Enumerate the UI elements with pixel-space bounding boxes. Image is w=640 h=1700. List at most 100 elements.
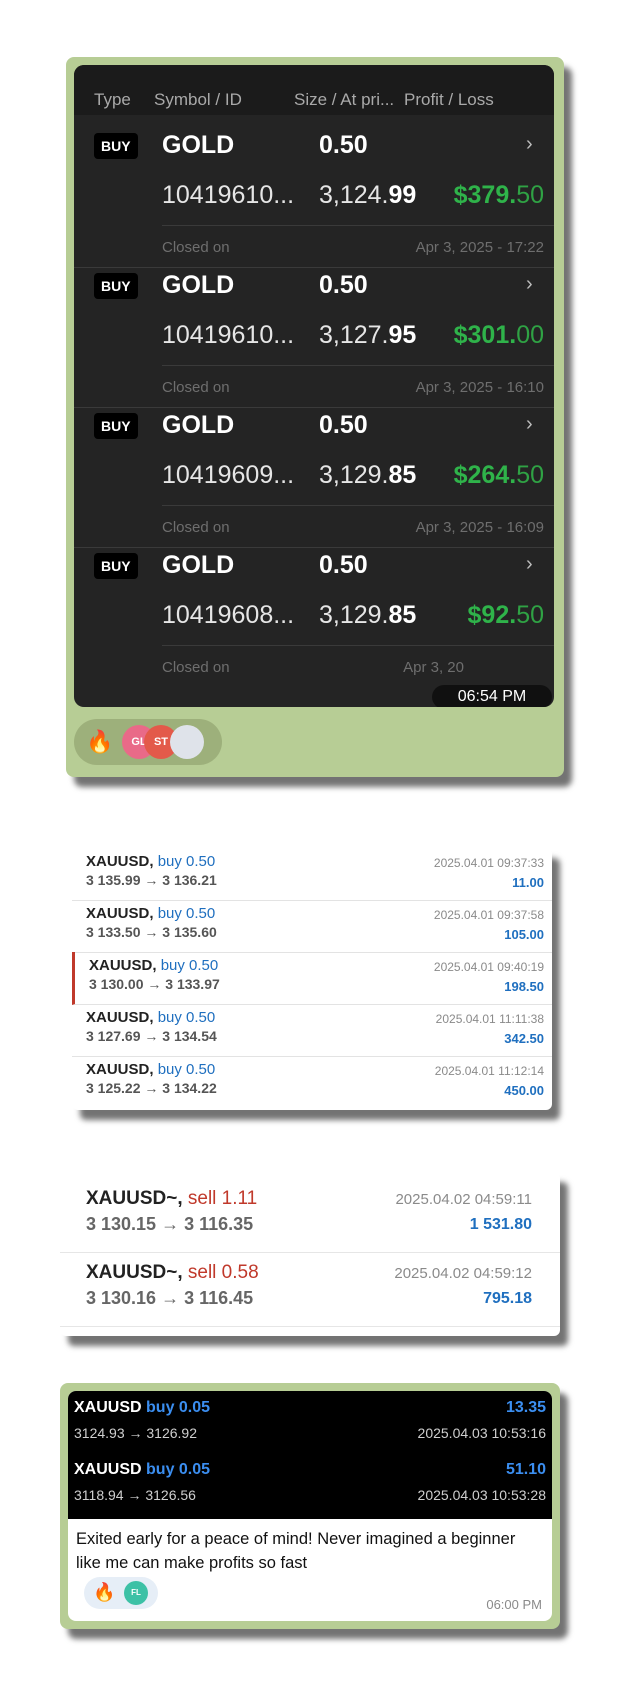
profit-main: $301. [453, 321, 517, 349]
trade-symbol: XAUUSD~, sell 0.58 [86, 1262, 259, 1284]
trade-size: 0.50 [319, 271, 368, 299]
trade-symbol: XAUUSD, buy 0.50 [86, 853, 215, 870]
trade-symbol: GOLD [162, 551, 235, 579]
trade-price: 3,129.85 [319, 461, 416, 490]
buy-badge: BUY [94, 273, 138, 299]
trade-symbol: GOLD [162, 131, 235, 159]
table-header: Type Symbol / ID Size / At pri... Profit… [74, 65, 554, 115]
closed-label: Closed on [162, 519, 230, 536]
price-bold: 99 [388, 181, 417, 209]
symbol-text: XAUUSD, [86, 1009, 154, 1026]
list-item[interactable]: XAUUSD~, sell 0.58 3 130.16 → 3 116.45 2… [60, 1252, 560, 1327]
closed-label: Closed on [162, 659, 230, 676]
message-time: 06:54 PM [432, 685, 552, 707]
list-item[interactable]: XAUUSD, buy 0.50 3 127.69 → 3 134.54 202… [72, 1004, 552, 1057]
list-item[interactable]: XAUUSD, buy 0.50 3 130.00 → 3 133.97 202… [72, 952, 552, 1005]
list-item[interactable]: XAUUSD, buy 0.50 3 133.50 → 3 135.60 202… [72, 900, 552, 953]
trade-screenshot: XAUUSD buy 0.05 3124.93 → 3126.92 13.35 … [68, 1391, 552, 1519]
side-text: buy 0.05 [146, 1399, 211, 1416]
chevron-right-icon[interactable]: › [526, 413, 533, 436]
side-text: buy 0.50 [160, 957, 219, 974]
trade-prices: 3 133.50 → 3 135.60 [86, 924, 217, 940]
trade-prices: 3 130.16 → 3 116.45 [86, 1288, 254, 1308]
side-text: buy 0.50 [157, 905, 216, 922]
price-bold: 85 [388, 461, 417, 489]
list-item[interactable]: XAUUSD, buy 0.50 3 125.22 → 3 134.22 202… [72, 1056, 552, 1108]
trade-row[interactable]: BUY GOLD 0.50 › 10419608... 3,129.85 $92… [74, 535, 554, 687]
buy-badge: BUY [94, 553, 138, 579]
trade-row[interactable]: BUY GOLD 0.50 › 10419610... 3,127.95 $30… [74, 255, 554, 408]
header-symbol: Symbol / ID [154, 90, 242, 109]
trade-row[interactable]: BUY GOLD 0.50 › 10419609... 3,129.85 $26… [74, 395, 554, 548]
chevron-right-icon[interactable]: › [526, 273, 533, 296]
profit-main: $379. [453, 181, 517, 209]
divider [162, 645, 554, 646]
closed-date: Apr 3, 2025 - 17:22 [415, 239, 544, 256]
price-main: 3,124. [319, 181, 389, 209]
trade-profit: 1 531.80 [469, 1216, 532, 1233]
divider [162, 225, 554, 226]
trade-history-panel: Type Symbol / ID Size / At pri... Profit… [74, 65, 554, 707]
profit-cents: 50 [516, 461, 544, 489]
reactions-bar[interactable]: 🔥 GL ST [74, 719, 222, 765]
divider [162, 365, 554, 366]
closed-label: Closed on [162, 379, 230, 396]
trade-profit: $379.50 [454, 181, 544, 210]
price-main: 3,127. [319, 321, 389, 349]
message-text: Exited early for a peace of mind! Never … [76, 1530, 516, 1572]
avatar: FL [124, 1581, 148, 1605]
profit-main: $264. [453, 461, 517, 489]
trade-prices: 3 127.69 → 3 134.54 [86, 1028, 217, 1044]
trade-profit: 795.18 [483, 1290, 532, 1307]
symbol-text: XAUUSD, [86, 905, 154, 922]
trade-size: 0.50 [319, 551, 368, 579]
closed-date: Apr 3, 20 [403, 659, 464, 676]
header-profit: Profit / Loss [404, 90, 494, 109]
symbol-text: XAUUSD [74, 1399, 142, 1416]
side-text: buy 0.50 [157, 1009, 216, 1026]
trade-profit: 51.10 [505, 1461, 546, 1478]
trade-symbol: XAUUSD, buy 0.50 [89, 957, 218, 974]
side-text: sell 1.11 [187, 1188, 258, 1209]
profit-cents: 50 [516, 181, 544, 209]
trade-profit: $264.50 [454, 461, 544, 490]
trade-prices: 3 130.00 → 3 133.97 [89, 976, 220, 992]
divider [162, 505, 554, 506]
trade-symbol: XAUUSD~, sell 1.11 [86, 1188, 257, 1210]
reactions-bar[interactable]: 🔥 FL [84, 1577, 158, 1609]
trade-id: 10419608... [162, 601, 295, 629]
trade-datetime: 2025.04.01 11:11:38 [435, 1012, 544, 1026]
trade-prices: 3118.94 → 3126.56 [74, 1487, 196, 1503]
trade-profit: 13.35 [505, 1399, 546, 1416]
fire-icon[interactable]: 🔥 [93, 1582, 115, 1603]
symbol-text: XAUUSD~, [86, 1188, 183, 1209]
symbol-text: XAUUSD, [89, 957, 157, 974]
message-bubble: XAUUSD buy 0.05 3124.93 → 3126.92 13.35 … [68, 1391, 552, 1621]
trade-price: 3,124.99 [319, 181, 416, 210]
symbol-text: XAUUSD, [86, 1061, 154, 1078]
trade-datetime: 2025.04.01 09:37:58 [433, 908, 544, 922]
message-time: 06:00 PM [486, 1597, 542, 1612]
trade-id: 10419610... [162, 181, 295, 209]
trade-price: 3,127.95 [319, 321, 416, 350]
header-size: Size / At pri... [294, 90, 395, 109]
symbol-text: XAUUSD, [86, 853, 154, 870]
price-bold: 95 [388, 321, 417, 349]
trade-datetime: 2025.04.01 11:12:14 [434, 1064, 544, 1078]
trade-list-card: XAUUSD~, sell 1.11 3 130.15 → 3 116.35 2… [60, 1172, 560, 1336]
price-main: 3,129. [319, 461, 389, 489]
chevron-right-icon[interactable]: › [526, 133, 533, 156]
side-text: sell 0.58 [187, 1262, 259, 1283]
trade-prices: 3 135.99 → 3 136.21 [86, 872, 217, 888]
profit-cents: 50 [516, 601, 544, 629]
price-bold: 85 [388, 601, 417, 629]
chevron-right-icon[interactable]: › [526, 553, 533, 576]
fire-icon[interactable]: 🔥 [86, 729, 113, 755]
trade-prices: 3 130.15 → 3 116.35 [86, 1214, 254, 1234]
trade-row[interactable]: BUY GOLD 0.50 › 10419610... 3,124.99 $37… [74, 115, 554, 268]
trade-profit: $92.50 [468, 601, 544, 630]
trade-prices: 3 125.22 → 3 134.22 [86, 1080, 217, 1096]
trade-symbol: GOLD [162, 411, 235, 439]
list-item[interactable]: XAUUSD, buy 0.50 3 135.99 → 3 136.21 202… [72, 848, 552, 901]
list-item[interactable]: XAUUSD~, sell 1.11 3 130.15 → 3 116.35 2… [60, 1178, 560, 1253]
